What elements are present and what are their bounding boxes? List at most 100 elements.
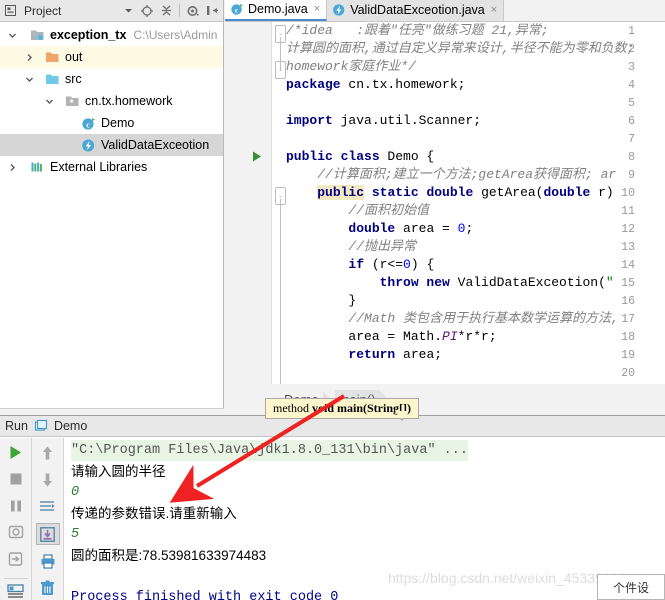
console-line: "C:\Program Files\Java\jdk1.8.0_131\bin\… — [71, 440, 665, 461]
code-line[interactable]: //计算面积;建立一个方法;getArea获得面积; ar — [286, 166, 665, 184]
code-line[interactable]: 计算圆的面积,通过自定义异常来设计,半径不能为零和负数; — [286, 40, 665, 58]
tab-validdataexceotion-java[interactable]: ValidDataExceotion.java × — [327, 0, 505, 21]
run-panel-title: Run — [5, 419, 28, 433]
project-tool-window: Project exception_tx C:\Users\Admin out … — [0, 0, 224, 414]
soft-wrap-icon[interactable] — [36, 496, 60, 518]
console-line: 0 — [71, 482, 665, 503]
chevron-right-icon[interactable] — [22, 50, 36, 64]
dump-threads-icon[interactable] — [4, 521, 28, 542]
console-text: 0 — [71, 485, 80, 500]
toolbar-divider — [179, 4, 180, 17]
code-line[interactable] — [286, 364, 665, 382]
project-view-icon[interactable] — [3, 3, 19, 19]
run-gutter-icon[interactable] — [252, 149, 264, 167]
code-token: //抛出异常 — [348, 239, 417, 254]
scroll-to-end-icon[interactable] — [35, 523, 60, 545]
tree-node-validdataexceotion[interactable]: ValidDataExceotion — [0, 134, 223, 156]
pause-icon[interactable] — [4, 495, 28, 516]
code-line[interactable]: package cn.tx.homework; — [286, 76, 665, 94]
editor-gutter[interactable] — [225, 22, 272, 384]
code-line[interactable]: public class Demo { — [286, 148, 665, 166]
tree-label: out — [65, 50, 83, 64]
resume-icon[interactable] — [4, 548, 28, 569]
code-token: Demo { — [379, 149, 435, 164]
code-line[interactable]: //Math 类包含用于执行基本数学运算的方法, — [286, 310, 665, 328]
code-text[interactable]: /*idea :跟着"任亮"做练习题 21,异常; 计算圆的面积,通过自定义异常来… — [286, 22, 665, 384]
collapse-all-icon[interactable] — [158, 3, 174, 19]
tree-node-demo[interactable]: c Demo — [0, 112, 223, 134]
code-line[interactable]: public static double getArea(double r) — [286, 184, 665, 202]
run-left-toolbar[interactable] — [0, 438, 32, 600]
tree-node-exception-tx[interactable]: exception_tx C:\Users\Admin — [0, 24, 223, 46]
code-line[interactable]: homework家庭作业*/ — [286, 58, 665, 76]
chevron-down-icon[interactable] — [42, 94, 56, 108]
project-tree[interactable]: exception_tx C:\Users\Admin out src cn.t… — [0, 22, 223, 414]
code-line[interactable]: import java.util.Scanner; — [286, 112, 665, 130]
tree-node-out[interactable]: out — [0, 46, 223, 68]
code-token: java.util.Scanner; — [332, 113, 482, 128]
close-icon[interactable]: × — [491, 4, 497, 16]
close-icon[interactable]: × — [314, 3, 320, 15]
code-line[interactable]: area = Math.PI*r*r; — [286, 328, 665, 346]
code-token: double — [348, 221, 396, 236]
code-editor[interactable]: 123456789101112131415161718192021 --- /*… — [225, 22, 665, 384]
layout-settings-icon[interactable] — [3, 578, 28, 600]
code-token: ; — [465, 221, 474, 236]
fold-region-line-2 — [280, 199, 281, 384]
run-config-name[interactable]: Demo — [54, 419, 87, 433]
code-line[interactable] — [286, 130, 665, 148]
code-token: PI — [442, 329, 458, 344]
tree-node-external-libraries[interactable]: External Libraries — [0, 156, 223, 178]
code-line[interactable]: //面积初始值 — [286, 202, 665, 220]
console-text: 5 — [71, 527, 80, 542]
code-token: r) — [590, 185, 614, 200]
code-line[interactable]: /*idea :跟着"任亮"做练习题 21,异常; — [286, 22, 665, 40]
code-line[interactable]: } — [286, 292, 665, 310]
tab-demo-java[interactable]: c Demo.java × — [225, 0, 328, 21]
trash-icon[interactable] — [36, 577, 60, 599]
tree-label: cn.tx.homework — [85, 94, 173, 108]
code-token: " — [605, 275, 614, 290]
chevron-right-icon[interactable] — [5, 160, 19, 174]
run-right-toolbar[interactable] — [32, 438, 64, 600]
code-token: *r*r; — [457, 329, 497, 344]
tree-label: External Libraries — [50, 160, 148, 174]
rerun-icon[interactable] — [4, 442, 28, 463]
print-icon[interactable] — [36, 550, 60, 572]
scroll-up-icon[interactable] — [36, 442, 60, 464]
code-token: area = Math. — [348, 329, 443, 344]
tree-node-package[interactable]: cn.tx.homework — [0, 90, 223, 112]
code-token: //计算面积;建立一个方法;getArea获得面积; ar — [317, 167, 617, 182]
code-line[interactable]: return area; — [286, 346, 665, 364]
java-exception-icon — [80, 137, 97, 153]
code-line[interactable]: double area = 0; — [286, 220, 665, 238]
code-line[interactable]: throw new ValidDataExceotion(" — [286, 274, 665, 292]
chevron-down-icon[interactable] — [120, 3, 136, 19]
stop-icon[interactable] — [4, 468, 28, 489]
console-line: 5 — [71, 524, 665, 545]
settings-gear-icon[interactable] — [185, 3, 201, 19]
code-line[interactable] — [286, 94, 665, 112]
tree-module-path: C:\Users\Admin — [133, 28, 218, 42]
chevron-down-icon[interactable] — [22, 72, 36, 86]
console-text: 请输入圆的半径 — [71, 464, 166, 479]
chevron-down-icon[interactable] — [5, 28, 19, 42]
code-token: getArea( — [473, 185, 544, 200]
tree-node-src[interactable]: src — [0, 68, 223, 90]
java-exception-icon — [332, 3, 346, 17]
code-token: return — [348, 347, 396, 362]
scroll-down-icon[interactable] — [36, 469, 60, 491]
locate-icon[interactable] — [139, 3, 155, 19]
console-text: Process finished with exit code 0 — [71, 590, 339, 600]
code-line[interactable]: if (r<=0) { — [286, 256, 665, 274]
hide-panel-icon[interactable] — [204, 3, 220, 19]
svg-text:c: c — [86, 120, 90, 129]
code-line[interactable]: //抛出异常 — [286, 238, 665, 256]
code-token: import — [286, 113, 333, 128]
corner-hint-box: 个件设 — [597, 574, 665, 600]
